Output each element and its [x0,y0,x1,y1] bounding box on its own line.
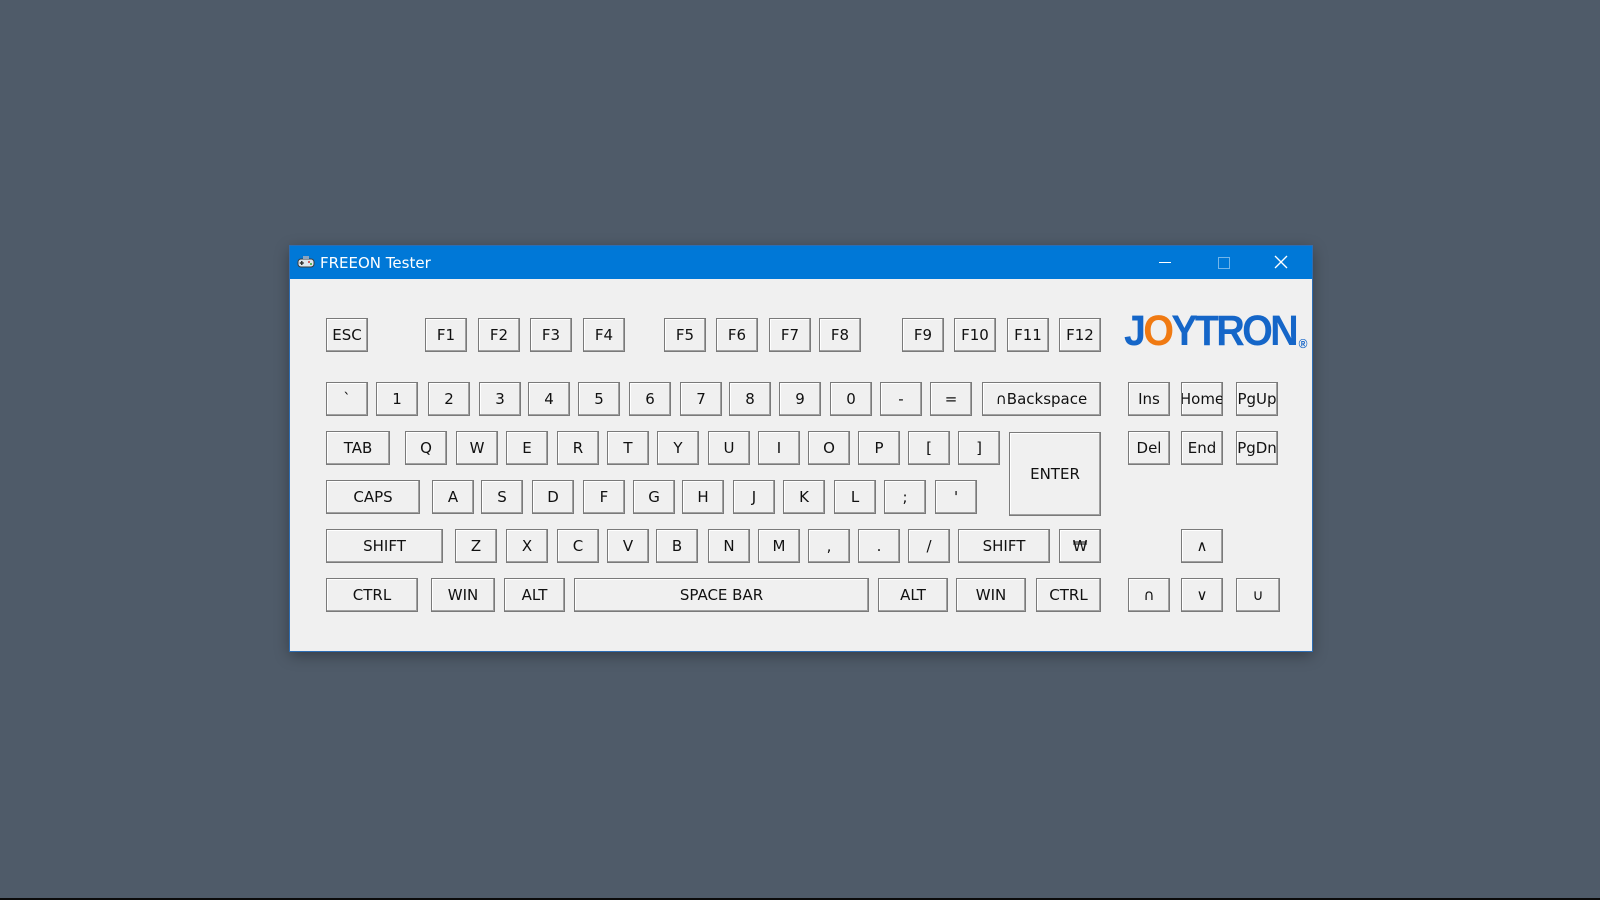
key-left-arrow[interactable]: ∩ [1128,578,1170,612]
close-icon [1274,255,1288,269]
key-f8[interactable]: F8 [819,318,861,352]
key-left-bracket[interactable]: [ [908,431,950,465]
keyboard-panel: J O YTRON ® ESC F1 F2 F3 F4 F5 F6 F7 F8 F9 … [290,279,1312,651]
key-home[interactable]: Home [1181,382,1223,416]
key-a[interactable]: A [432,480,474,514]
key-tab[interactable]: TAB [326,431,390,465]
key-9[interactable]: 9 [779,382,821,416]
key-ins[interactable]: Ins [1128,382,1170,416]
key-g[interactable]: G [633,480,675,514]
logo-text-rest: YTRON [1171,307,1298,355]
key-8[interactable]: 8 [729,382,771,416]
key-f3[interactable]: F3 [530,318,572,352]
key-5[interactable]: 5 [578,382,620,416]
key-x[interactable]: X [506,529,548,563]
key-caps[interactable]: CAPS [326,480,420,514]
key-right-win[interactable]: WIN [956,578,1026,612]
key-n[interactable]: N [708,529,750,563]
key-o[interactable]: O [808,431,850,465]
key-left-ctrl[interactable]: CTRL [326,578,418,612]
key-f5[interactable]: F5 [664,318,706,352]
key-h[interactable]: H [682,480,724,514]
logo-registered-mark: ® [1298,336,1308,351]
maximize-button [1194,246,1252,279]
key-z[interactable]: Z [455,529,497,563]
key-e[interactable]: E [506,431,548,465]
key-d[interactable]: D [532,480,574,514]
key-pgdn[interactable]: PgDn [1236,431,1278,465]
key-4[interactable]: 4 [528,382,570,416]
key-u[interactable]: U [708,431,750,465]
key-equals[interactable]: = [930,382,972,416]
key-semicolon[interactable]: ; [884,480,926,514]
key-left-shift[interactable]: SHIFT [326,529,443,563]
key-esc[interactable]: ESC [326,318,368,352]
key-1[interactable]: 1 [376,382,418,416]
key-f[interactable]: F [583,480,625,514]
key-2[interactable]: 2 [428,382,470,416]
key-6[interactable]: 6 [629,382,671,416]
key-l[interactable]: L [834,480,876,514]
key-f6[interactable]: F6 [716,318,758,352]
logo-text: J [1124,307,1146,355]
key-p[interactable]: P [858,431,900,465]
key-i[interactable]: I [758,431,800,465]
key-c[interactable]: C [557,529,599,563]
joytron-logo: J O YTRON ® [1124,307,1308,356]
key-right-alt[interactable]: ALT [878,578,948,612]
key-w[interactable]: W [456,431,498,465]
window-title: FREEON Tester [320,254,431,272]
key-up-arrow[interactable]: ∧ [1181,529,1223,563]
key-backtick[interactable]: ` [326,382,368,416]
key-0[interactable]: 0 [830,382,872,416]
key-enter[interactable]: ENTER [1009,432,1101,516]
key-v[interactable]: V [607,529,649,563]
key-backspace[interactable]: ∩Backspace [982,382,1101,416]
key-b[interactable]: B [656,529,698,563]
title-bar[interactable]: FREEON Tester [290,246,1312,279]
key-f4[interactable]: F4 [583,318,625,352]
key-f12[interactable]: F12 [1059,318,1101,352]
key-end[interactable]: End [1181,431,1223,465]
key-slash[interactable]: / [908,529,950,563]
key-f1[interactable]: F1 [425,318,467,352]
key-del[interactable]: Del [1128,431,1170,465]
key-quote[interactable]: ' [935,480,977,514]
key-r[interactable]: R [557,431,599,465]
key-space-bar[interactable]: SPACE BAR [574,578,869,612]
close-button[interactable] [1252,246,1310,279]
key-q[interactable]: Q [405,431,447,465]
key-pgup[interactable]: PgUp [1236,382,1278,416]
key-3[interactable]: 3 [479,382,521,416]
key-m[interactable]: M [758,529,800,563]
key-right-shift[interactable]: SHIFT [958,529,1050,563]
key-f10[interactable]: F10 [954,318,996,352]
key-f2[interactable]: F2 [478,318,520,352]
key-y[interactable]: Y [657,431,699,465]
key-7[interactable]: 7 [680,382,722,416]
key-left-win[interactable]: WIN [431,578,495,612]
minimize-button[interactable] [1136,246,1194,279]
key-right-bracket[interactable]: ] [958,431,1000,465]
key-minus[interactable]: - [880,382,922,416]
key-down-arrow[interactable]: ∨ [1181,578,1223,612]
freeon-tester-window: FREEON Tester J O YTRON ® ESC F1 F2 F3 F4 F… [290,246,1312,651]
key-s[interactable]: S [481,480,523,514]
logo-text-accent: O [1143,307,1174,355]
minimize-icon [1159,262,1171,263]
key-left-alt[interactable]: ALT [504,578,565,612]
key-period[interactable]: . [858,529,900,563]
key-j[interactable]: J [733,480,775,514]
key-comma[interactable]: , [808,529,850,563]
key-f11[interactable]: F11 [1007,318,1049,352]
maximize-icon [1218,257,1230,269]
key-right-ctrl[interactable]: CTRL [1036,578,1101,612]
key-right-arrow[interactable]: ∪ [1236,578,1280,612]
key-won[interactable]: ₩ [1059,529,1101,563]
key-f9[interactable]: F9 [902,318,944,352]
key-k[interactable]: K [783,480,825,514]
key-f7[interactable]: F7 [769,318,811,352]
gamepad-icon [297,256,315,268]
key-t[interactable]: T [607,431,649,465]
